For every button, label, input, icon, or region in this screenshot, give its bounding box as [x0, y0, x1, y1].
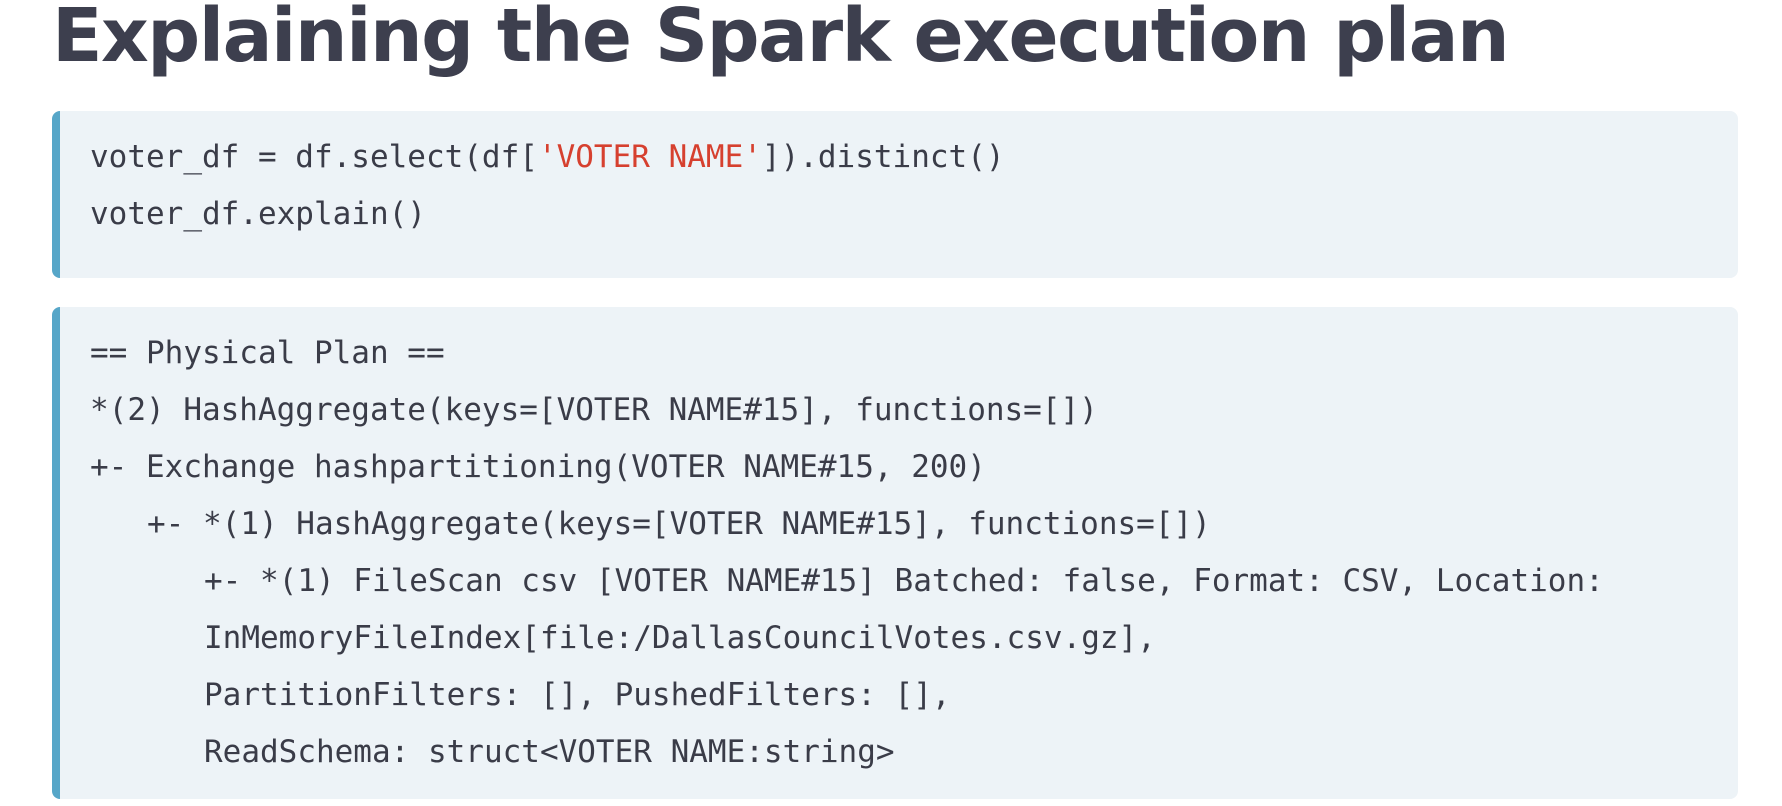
- page-title: Explaining the Spark execution plan: [52, 0, 1510, 79]
- code-token-suffix: ]).distinct(): [761, 139, 1005, 175]
- plan-line: +- *(1) FileScan csv [VOTER NAME#15] Bat…: [204, 563, 1604, 599]
- code-token-string-literal: 'VOTER NAME': [537, 139, 762, 175]
- plan-line: +- *(1) HashAggregate(keys=[VOTER NAME#1…: [147, 506, 1211, 542]
- code-token-prefix: voter_df = df.select(df[: [90, 139, 538, 175]
- code-line-1: voter_df = df.select(df['VOTER NAME']).d…: [90, 129, 1738, 186]
- plan-line: == Physical Plan ==: [90, 335, 445, 371]
- plan-line: PartitionFilters: [], PushedFilters: [],: [204, 677, 951, 713]
- plan-line: *(2) HashAggregate(keys=[VOTER NAME#15],…: [90, 392, 1098, 428]
- plan-line: +- Exchange hashpartitioning(VOTER NAME#…: [90, 449, 986, 485]
- plan-line: ReadSchema: struct<VOTER NAME:string>: [204, 734, 895, 770]
- plan-line: InMemoryFileIndex[file:/DallasCouncilVot…: [204, 620, 1156, 656]
- slide: Explaining the Spark execution plan vote…: [0, 0, 1782, 806]
- code-line-2: voter_df.explain(): [90, 196, 426, 232]
- code-block: voter_df = df.select(df['VOTER NAME']).d…: [52, 111, 1738, 278]
- plan-output-block: == Physical Plan == *(2) HashAggregate(k…: [52, 307, 1738, 799]
